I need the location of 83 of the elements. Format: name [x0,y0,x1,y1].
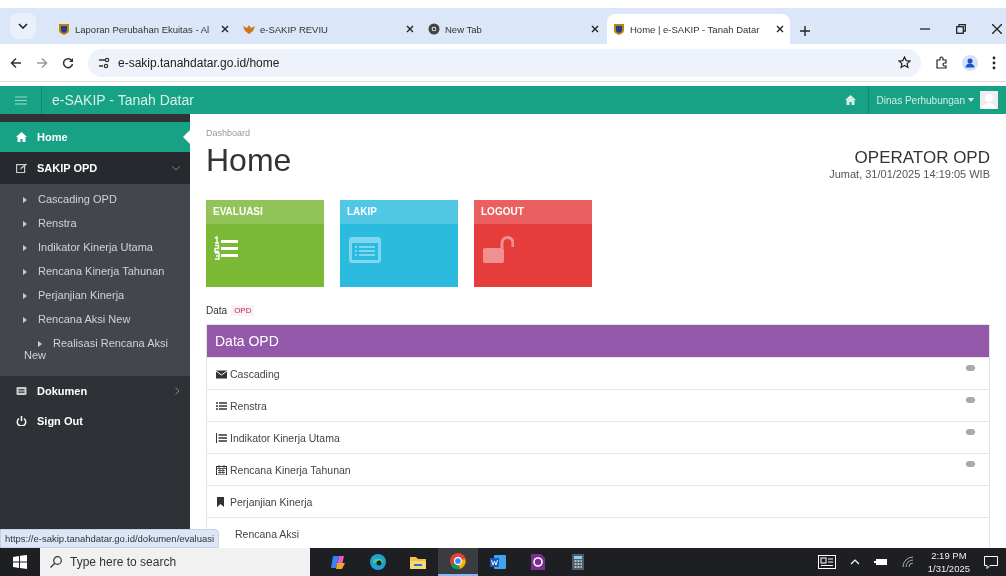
shield-icon [613,23,625,35]
numbered-list-icon [214,236,238,260]
profile-icon[interactable] [962,54,978,71]
browser-logo-icon [449,552,467,570]
status-url: https://e-sakip.tanahdatar.go.id/dokumen/evaluasi [0,529,220,548]
bird-icon [243,23,255,35]
submenu-item[interactable]: Renstra [0,212,190,236]
section-tag: OPD [231,305,255,316]
close-icon[interactable] [406,25,414,33]
windows-icon[interactable] [13,555,27,569]
forward-icon[interactable] [36,56,48,69]
caret-icon [183,130,190,144]
wave-logo-icon [369,553,387,571]
notification-icon[interactable] [984,555,998,569]
calendar-icon [216,464,227,475]
list-link[interactable]: Rencana Kinerja Tahunan [230,463,977,476]
bookmark-icon [216,496,227,507]
sidebar-item[interactable]: Sign Out [0,406,190,436]
close-icon[interactable] [591,25,599,33]
search-field[interactable]: Type here to search [40,548,310,576]
battery-icon[interactable] [873,558,888,566]
pdf-icon [529,553,547,571]
back-icon[interactable] [10,56,22,69]
edit-icon [16,163,27,173]
browser-tab[interactable]: e-SAKIP REVIU [237,14,420,44]
plus-icon[interactable] [800,26,810,36]
user-role: OPERATOR OPD [854,148,990,168]
more-icon[interactable] [992,55,996,70]
tab-search-button[interactable] [10,13,36,39]
submenu-item[interactable]: Perjanjian Kinerja [0,284,190,308]
home-icon[interactable] [844,95,856,105]
colorful-swirl-icon [329,553,347,571]
date-time: Jumat, 31/01/2025 14:19:05 WIB [829,168,990,180]
app-title: e-SAKIP - Tanah Datar [51,92,195,108]
browser-tab[interactable]: Home | e-SAKIP - Tanah Datar [607,14,790,44]
list-link[interactable]: Indikator Kinerja Utama [230,431,977,444]
taskbar-app[interactable] [438,548,478,576]
list-link[interactable]: Rencana Aksi [235,527,977,540]
news-icon[interactable] [817,555,836,569]
extension-icon[interactable] [935,56,948,69]
power-icon [16,416,27,426]
search-icon [50,556,62,568]
calculator-icon [569,553,587,571]
restore-icon[interactable] [956,24,966,34]
browser-tab[interactable]: Laporan Perubahan Ekuitas - Al [52,14,235,44]
submenu-item[interactable]: Cascading OPD [0,188,190,212]
browser-logo-icon [428,23,440,35]
address-bar[interactable]: e-sakip.tanahdatar.go.id/home [88,48,921,77]
reload-icon[interactable] [62,56,74,69]
word-icon [489,553,507,571]
close-icon[interactable] [776,25,784,33]
sidebar-item[interactable]: SAKIP OPD [0,152,190,184]
section-label: Data [206,305,228,316]
home-icon [16,132,27,142]
clock[interactable]: 2:19 PM 1/31/2025 [927,549,970,575]
submenu-item[interactable]: Rencana Aksi New [0,308,190,332]
list-icon [216,432,227,443]
browser-tab[interactable]: New Tab [422,14,605,44]
document-icon [16,386,27,396]
close-icon[interactable] [221,25,229,33]
list-link[interactable]: Perjanjian Kinerja [230,495,977,508]
star-icon[interactable] [898,56,911,69]
page-title: Home [206,142,292,179]
submenu-item[interactable]: Realisasi Rencana Aksi New [0,332,190,368]
chevron-down-icon [18,23,28,29]
site-settings-icon [98,56,110,69]
sidebar-item[interactable]: Dokumen [0,376,190,406]
caret-icon [968,98,974,102]
submenu-item[interactable]: Indikator Kinerja Utama [0,236,190,260]
chevron-down-icon [172,165,180,171]
envelope-icon [216,368,227,379]
shield-icon [58,23,70,35]
list-link[interactable]: Cascading [230,367,977,380]
window-list-icon [348,236,382,264]
wifi-icon[interactable] [901,556,914,568]
close-icon[interactable] [992,24,1002,34]
submenu-item[interactable]: Rencana Kinerja Tahunan [0,260,190,284]
list-icon [216,400,227,411]
list-link[interactable]: Renstra [230,399,977,412]
chevron-right-icon [175,387,180,395]
panel-title: Data OPD [207,325,989,357]
chevron-up-icon[interactable] [849,559,860,565]
unlocked-padlock-icon [482,236,514,264]
